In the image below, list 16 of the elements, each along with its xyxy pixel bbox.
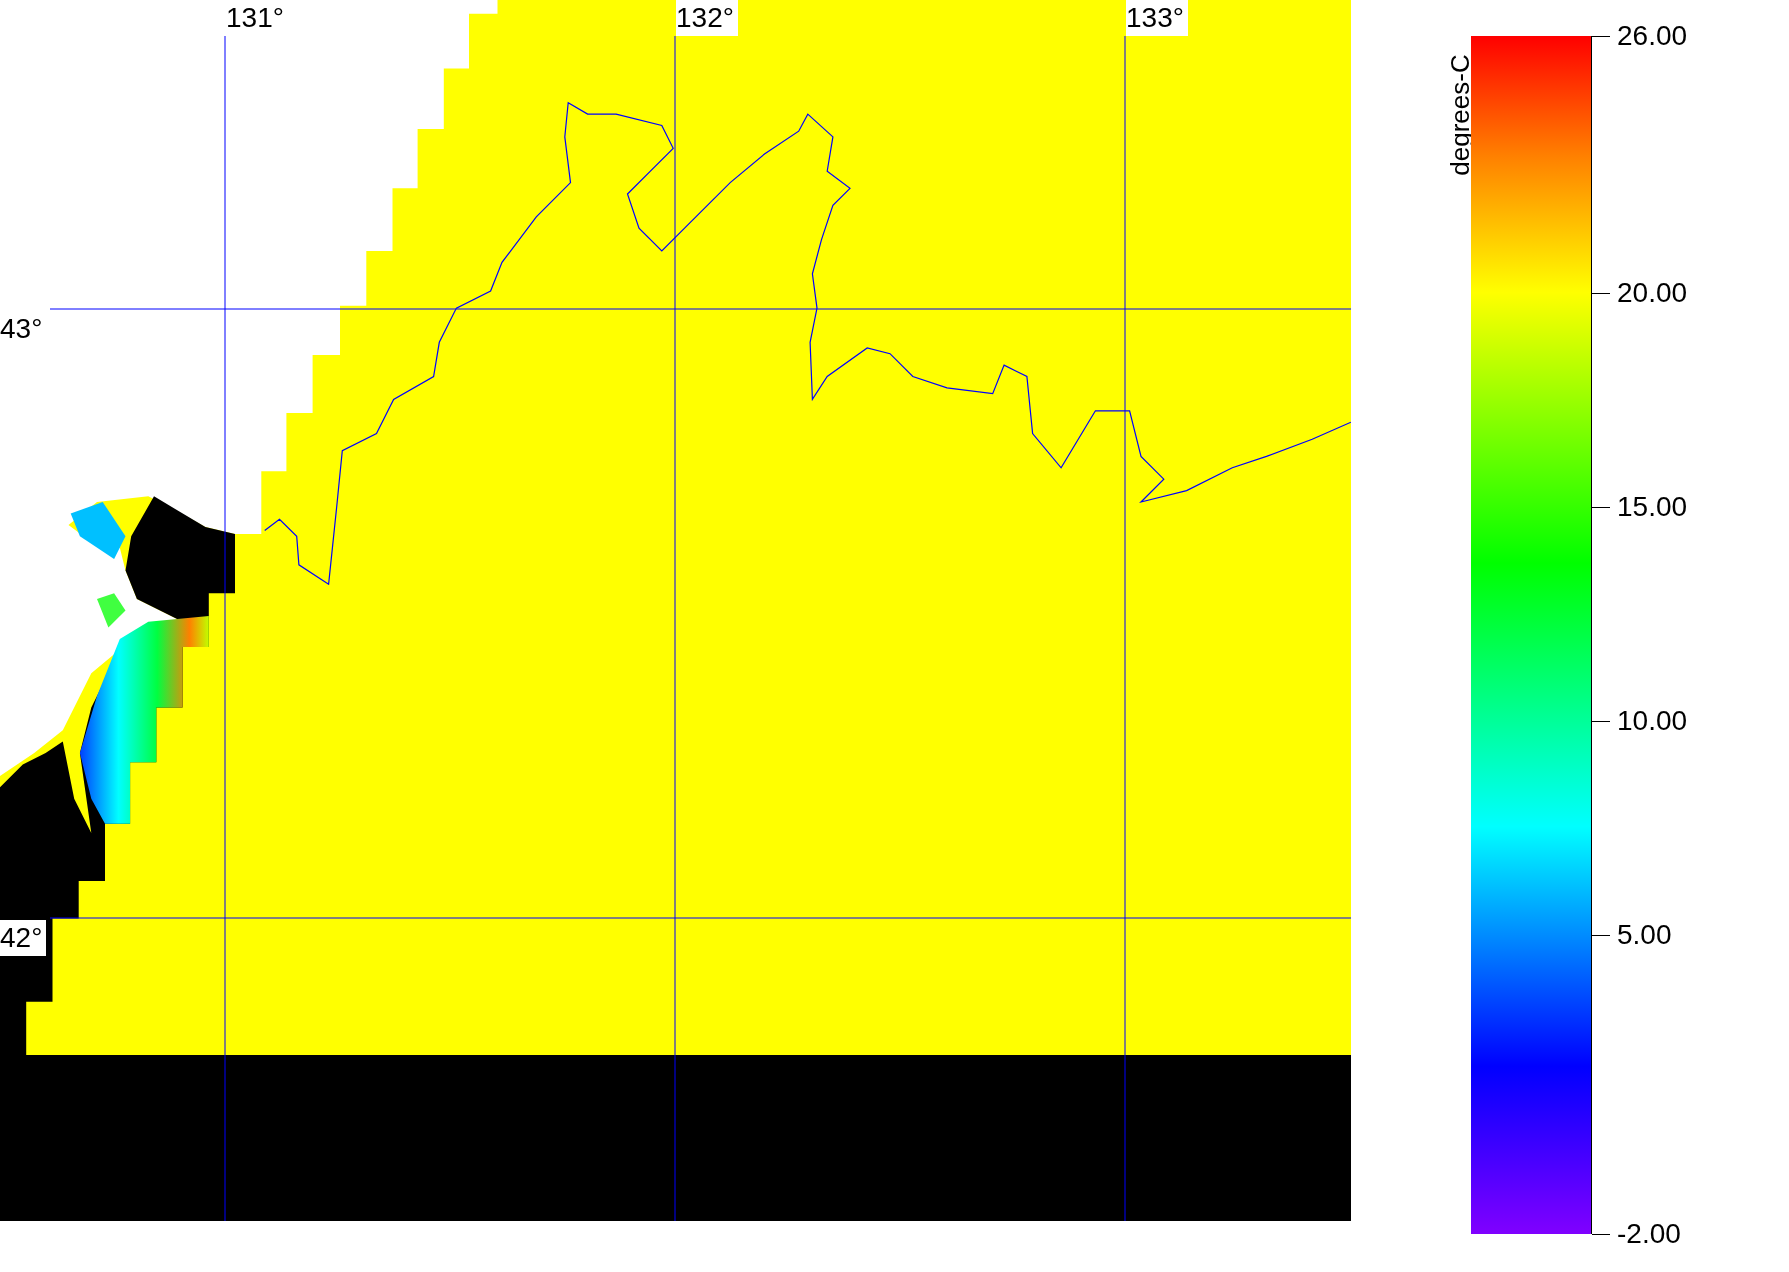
latitude-label: 42° bbox=[0, 920, 47, 956]
tick-label: 15.00 bbox=[1617, 490, 1688, 523]
tick-mark bbox=[1592, 1234, 1610, 1235]
longitude-label: 133° bbox=[1126, 0, 1188, 36]
tick-label: -2.00 bbox=[1617, 1218, 1681, 1250]
tick-mark bbox=[1592, 292, 1610, 294]
tick-label: 20.00 bbox=[1617, 276, 1688, 309]
tick-mark bbox=[1592, 934, 1610, 936]
tick-label: 10.00 bbox=[1617, 704, 1688, 737]
tick-mark bbox=[1592, 720, 1610, 722]
tick-label: 26.00 bbox=[1617, 20, 1688, 52]
tick-mark bbox=[1592, 36, 1610, 37]
colorbar-title: degrees-C bbox=[1444, 54, 1475, 176]
longitude-label: 132° bbox=[676, 0, 738, 36]
tick-label: 5.00 bbox=[1617, 918, 1672, 951]
tick-mark bbox=[1592, 506, 1610, 508]
